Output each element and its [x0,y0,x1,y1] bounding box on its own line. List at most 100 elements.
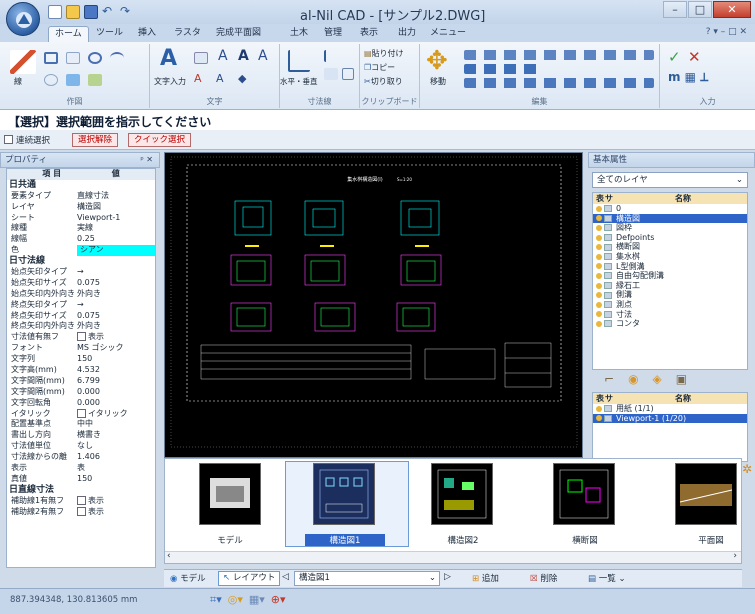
layer-visible-icon[interactable] [596,282,602,289]
arc-icon[interactable] [110,52,124,64]
layer-visible-icon[interactable] [596,263,602,270]
text-edit-icon[interactable]: A [258,48,268,64]
property-row[interactable]: 終点矢印サイズ 0.075 [7,311,155,322]
text-frame-icon[interactable] [194,52,208,64]
property-row[interactable]: 文字回転角 0.000 [7,398,155,409]
layer-lock-icon[interactable] [604,291,612,299]
layer-visible-icon[interactable] [596,272,602,279]
sheet-list-button[interactable]: ▤ 一覧 ⌄ [588,572,626,584]
layer-row[interactable]: 寸法 [593,310,747,320]
sheet-select[interactable]: 構造図1 ⌄ [294,571,440,586]
property-value[interactable]: 0.075 [77,311,155,322]
property-checkbox[interactable] [77,495,86,505]
property-row[interactable]: 書出し方向 横書き [7,430,155,441]
osnap-icon[interactable]: ◎▾ [228,593,243,607]
tab-view[interactable]: 表示 [354,26,384,42]
fill-icon[interactable] [88,74,102,86]
layer-visible-icon[interactable] [596,234,602,241]
line-tool-icon[interactable] [10,50,36,74]
property-row[interactable]: 文字間隔(mm) 0.000 [7,387,155,398]
property-row[interactable]: 終点矢印タイプ → [7,300,155,311]
tab-home[interactable]: ホーム [48,26,89,42]
layer-color-icon[interactable]: ◉ [628,372,638,390]
property-row[interactable]: 配置基準点 中中 [7,419,155,430]
property-row[interactable]: 終点矢印内外向き 外向き [7,321,155,332]
layer-visible-icon[interactable] [596,215,602,222]
layer-lock-icon[interactable] [604,310,612,318]
layout-tab[interactable]: ↖ レイアウト [218,571,281,586]
layer-lock-icon[interactable] [604,243,612,251]
maximize-button[interactable]: □ [688,1,712,18]
quick-select-button[interactable]: クイック選択 [128,133,192,147]
cut-button[interactable]: ✂切り取り [364,76,403,87]
property-row[interactable]: 線幅 0.25 [7,234,155,245]
tab-menu[interactable]: メニュー [424,26,472,42]
viewport-visible-icon[interactable] [596,415,602,422]
layer-row[interactable]: Defpoints [593,233,747,243]
viewport-row[interactable]: Viewport-1 (1/20) [593,413,747,424]
new-file-icon[interactable] [48,5,62,19]
property-value[interactable]: → [77,267,155,278]
layer-lock-icon[interactable] [604,253,612,261]
property-row[interactable]: 補助線2有無フ 表示 [7,506,155,518]
layer-lock-icon[interactable] [604,205,612,213]
property-row[interactable]: フォント MS ゴシック [7,343,155,354]
polyline-icon[interactable] [66,52,80,64]
circle-icon[interactable] [88,52,102,64]
property-value[interactable]: シアン [77,245,155,257]
edit-tools-row-2-icon[interactable] [464,64,544,74]
property-row[interactable]: 始点矢印タイプ → [7,267,155,278]
property-row[interactable]: 寸法値有無フ 表示 [7,332,155,343]
viewport-lock-icon[interactable] [604,414,612,422]
property-value[interactable]: → [77,300,155,311]
property-row[interactable]: 線種 実線 [7,223,155,234]
tab-manage[interactable]: 管理 [318,26,348,42]
layer-row[interactable]: 図枠 [593,223,747,233]
layer-visible-icon[interactable] [596,320,602,327]
property-row[interactable]: 表示 表 [7,463,155,474]
layer-lock-icon[interactable] [604,214,612,222]
edit-tools-row-3-icon[interactable] [464,78,654,88]
tab-insert[interactable]: 挿入 [132,26,162,42]
panel-close-icon[interactable]: ᵖ ✕ [140,153,153,167]
snap-icon[interactable]: ⌗▾ [210,593,222,607]
viewport-lock-icon[interactable] [604,405,612,413]
property-row[interactable]: 文字列 150 [7,354,155,365]
property-value[interactable]: 1.406 [77,452,155,463]
confirm-icon[interactable]: ✓ [668,48,681,66]
property-value[interactable]: MS ゴシック [77,343,155,354]
layer-visible-icon[interactable] [596,292,602,299]
property-value[interactable]: なし [77,441,155,452]
text-replace-icon[interactable]: A [216,72,224,85]
property-value[interactable]: イタリック [88,409,155,420]
property-row[interactable]: 寸法値単位 なし [7,441,155,452]
tab-raster[interactable]: ラスタ [168,26,207,42]
property-value[interactable]: 150 [77,474,155,485]
layer-visible-icon[interactable] [596,301,602,308]
layer-row[interactable]: 集水桝 [593,252,747,262]
sheet-next-arrow-icon[interactable]: ▷ [444,572,451,582]
thumbnail-scrollbar[interactable]: ‹ › [165,551,741,563]
property-value[interactable]: 4.532 [77,365,155,376]
property-row[interactable]: 補助線1有無フ 表示 [7,495,155,507]
layer-lock-icon[interactable] [604,272,612,280]
add-sheet-button[interactable]: ⊞ 追加 [472,572,499,584]
layer-row[interactable]: 0 [593,204,747,214]
layer-row[interactable]: 測点 [593,300,747,310]
layer-visible-icon[interactable] [596,253,602,260]
text-align-icon[interactable]: ◆ [238,72,246,85]
thumbnail-structure-1[interactable] [313,463,375,525]
property-value[interactable]: 0.000 [77,398,155,409]
property-row[interactable]: シート Viewport-1 [7,213,155,224]
ortho-icon[interactable]: ⊕▾ [271,593,286,607]
property-row[interactable]: 文字間隔(mm) 6.799 [7,376,155,387]
help-icon[interactable]: ? ▾ – □ ✕ [706,27,747,37]
layer-lock-icon[interactable] [604,301,612,309]
layer-row[interactable]: 構造図 [593,213,747,224]
undo-icon[interactable]: ↶ [102,5,116,19]
layer-visible-icon[interactable] [596,244,602,251]
property-value[interactable]: 0.075 [77,278,155,289]
layer-lock-icon[interactable] [604,282,612,290]
property-row[interactable]: 始点矢印内外向き 外向き [7,289,155,300]
dimension-radius-icon[interactable] [324,68,338,80]
